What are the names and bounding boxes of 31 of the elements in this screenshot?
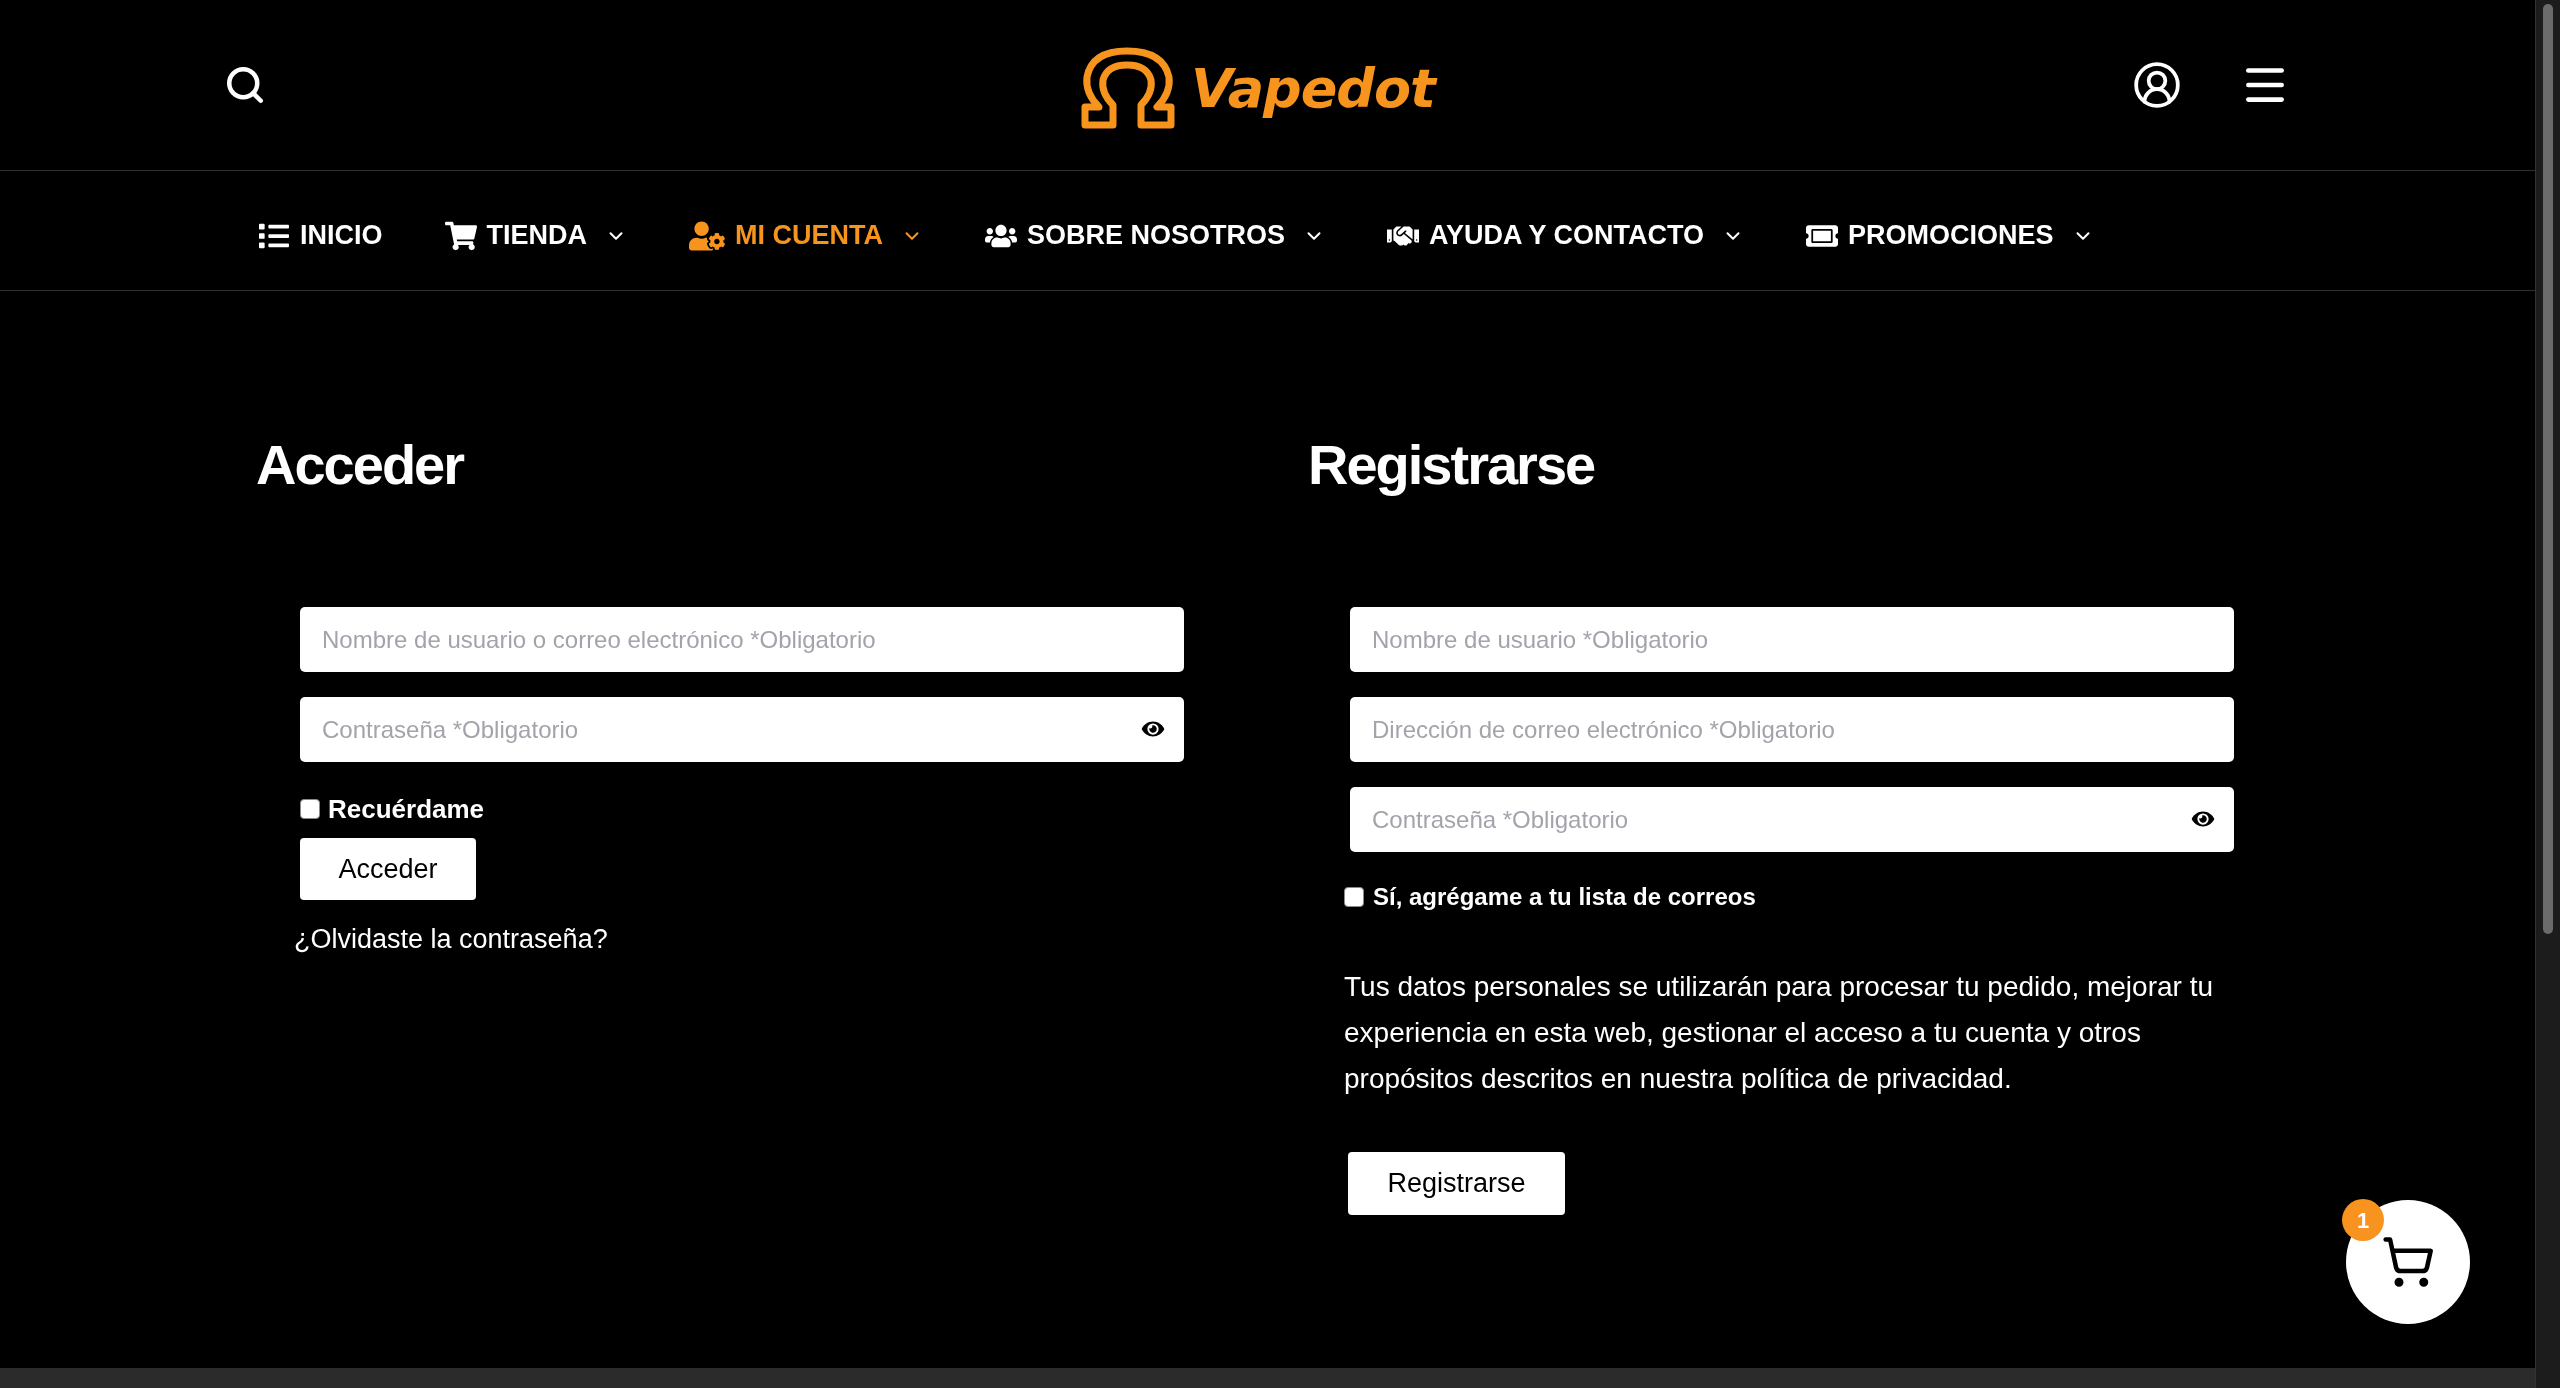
register-heading: Registrarse bbox=[1308, 432, 1595, 498]
checkbox-label: Sí, agrégame a tu lista de correos bbox=[1373, 882, 1756, 912]
nav-link[interactable]: AYUDA Y CONTACTO bbox=[1387, 215, 1745, 256]
scrollbar-track[interactable] bbox=[2535, 0, 2560, 1388]
checkbox[interactable] bbox=[300, 799, 320, 819]
register-button[interactable]: Registrarse bbox=[1348, 1152, 1565, 1215]
cart-icon bbox=[2381, 1235, 2435, 1289]
cart-count-badge: 1 bbox=[2342, 1199, 2384, 1241]
password-field[interactable]: Contraseña *Obligatorio bbox=[300, 697, 1184, 762]
eye-icon[interactable] bbox=[2190, 809, 2216, 829]
scrollbar-thumb[interactable] bbox=[2543, 4, 2553, 934]
search-icon[interactable] bbox=[224, 64, 266, 106]
checkbox-label: Recuérdame bbox=[328, 794, 485, 824]
cart-icon bbox=[444, 220, 477, 251]
login-heading: Acceder bbox=[256, 432, 464, 498]
user-gear-icon bbox=[689, 220, 725, 251]
privacy-notice: Tus datos personales se utilizarán para procesar tu pedido, mejorar tu experiencia en esta web, gestionar el acceso a tu cuenta y otros propósitos descritos en nuestra política de privacidad. bbox=[1344, 970, 2214, 1096]
text-field[interactable]: Nombre de usuario *Obligatorio bbox=[1350, 607, 2234, 672]
nav-link[interactable]: PROMOCIONES bbox=[1806, 215, 2094, 256]
email-field[interactable]: Dirección de correo electrónico *Obligatorio bbox=[1350, 697, 2234, 762]
nav-link[interactable]: INICIO bbox=[258, 215, 383, 256]
forgot-password-link[interactable]: ¿Olvidaste la contraseña? bbox=[294, 922, 608, 956]
text-field[interactable]: Nombre de usuario o correo electrónico *Obligatorio bbox=[300, 607, 1184, 672]
password-field[interactable]: Contraseña *Obligatorio bbox=[1350, 787, 2234, 852]
nav-link[interactable]: TIENDA bbox=[444, 215, 627, 256]
account-icon[interactable] bbox=[2132, 60, 2182, 110]
login-button[interactable]: Acceder bbox=[300, 838, 476, 900]
nav-link[interactable]: MI CUENTA bbox=[689, 215, 923, 256]
checkbox[interactable] bbox=[1344, 887, 1364, 907]
nav-link[interactable]: SOBRE NOSOTROS bbox=[985, 215, 1326, 256]
eye-icon[interactable] bbox=[1140, 719, 1166, 739]
